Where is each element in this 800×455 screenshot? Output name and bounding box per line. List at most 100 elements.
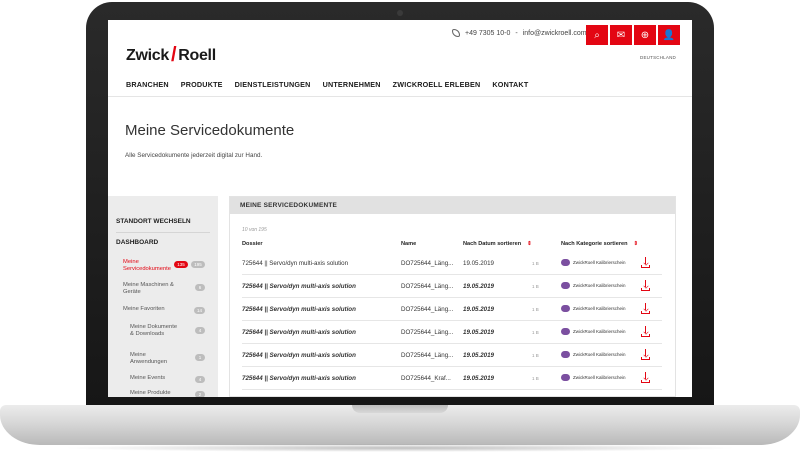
sidebar-item-maschinen[interactable]: Meine Maschinen & Geräte: [123, 282, 183, 296]
category-dot: [561, 259, 570, 266]
globe-icon[interactable]: ⊕: [634, 25, 656, 45]
nav-unternehmen[interactable]: UNTERNEHMEN: [323, 80, 381, 89]
sidebar-item-dokumente[interactable]: Meine Dokumente & Downloads: [130, 324, 178, 338]
date-cell: 19.05.2019: [463, 306, 494, 313]
download-icon[interactable]: [640, 372, 651, 383]
search-icon[interactable]: ⌕: [586, 25, 608, 45]
category-dot: [561, 328, 570, 335]
email-link[interactable]: info@zwickroell.com: [523, 30, 587, 37]
badge-count: 6: [195, 284, 205, 291]
sidebar-change-location[interactable]: STANDORT WECHSELN: [116, 218, 191, 225]
download-tray: [641, 288, 650, 291]
badge-count: 4: [195, 327, 205, 334]
table-row[interactable]: 725644 || Servo/dyn multi-axis solution …: [242, 298, 662, 321]
col-dossier: Dossier: [242, 241, 263, 247]
logo-part1: Zwick: [126, 47, 169, 64]
page-subtitle: Alle Servicedokumente jederzeit digital …: [125, 152, 263, 159]
name-cell[interactable]: DO725644_Läng...: [401, 260, 453, 267]
name-cell[interactable]: DO725644_Läng...: [401, 329, 453, 336]
download-icon[interactable]: [640, 280, 651, 291]
category-tag: ZwickRoell Kalibrierschein: [561, 328, 626, 335]
camera: [397, 10, 403, 16]
name-cell[interactable]: DO725644_Läng...: [401, 352, 453, 359]
badge-count: 4: [195, 376, 205, 383]
panel-header: MEINE SERVICEDOKUMENTE: [230, 197, 675, 214]
category-dot: [561, 374, 570, 381]
browser-screen: Zwick / Roell +49 7305 10-0 - info@zwickro…: [108, 20, 692, 397]
sidebar: STANDORT WECHSELN DASHBOARD Meine Servic…: [108, 196, 218, 397]
size-cell: 1 B: [532, 353, 539, 358]
laptop-shadow: [60, 444, 740, 452]
sidebar-item-anwendungen[interactable]: Meine Anwendungen: [130, 352, 178, 366]
badge-new-count: 135: [174, 261, 188, 268]
download-icon[interactable]: [640, 349, 651, 360]
category-label: ZwickRoell Kalibrierschein: [573, 283, 626, 288]
badge-count: 1: [195, 354, 205, 361]
sort-date-icon: ⇕: [527, 241, 532, 247]
category-dot: [561, 305, 570, 312]
mail-icon[interactable]: ✉: [610, 25, 632, 45]
dossier-cell: 725644 || Servo/dyn multi-axis solution: [242, 352, 356, 359]
download-icon[interactable]: [640, 326, 651, 337]
nav-zwickroell-erleben[interactable]: ZWICKROELL ERLEBEN: [393, 80, 481, 89]
phone-number[interactable]: +49 7305 10-0: [465, 30, 510, 37]
category-tag: ZwickRoell Kalibrierschein: [561, 351, 626, 358]
date-cell: 19.05.2019: [463, 329, 494, 336]
name-cell[interactable]: DO725644_Läng...: [401, 306, 453, 313]
laptop-notch: [352, 405, 448, 413]
contact-separator: -: [515, 29, 518, 37]
dossier-cell: 725644 || Servo/dyn multi-axis solution: [242, 306, 356, 313]
table-row[interactable]: 725644 || Servo/dyn multi-axis solution …: [242, 367, 662, 390]
sidebar-dashboard[interactable]: DASHBOARD: [116, 239, 158, 246]
logo-slash: /: [170, 44, 177, 66]
sidebar-item-servicedokumente[interactable]: Meine Servicedokumente: [123, 259, 181, 273]
download-tray: [641, 265, 650, 268]
sort-by-category[interactable]: Nach Kategorie sortieren ⇕: [561, 241, 638, 247]
nav-divider: [108, 96, 692, 97]
nav-kontakt[interactable]: KONTAKT: [492, 80, 528, 89]
table-row[interactable]: 725644 || Servo/dyn multi-axis solution …: [242, 321, 662, 344]
date-cell: 19.05.2019: [463, 283, 494, 290]
sort-by-date[interactable]: Nach Datum sortieren ⇕: [463, 241, 532, 247]
country-selector[interactable]: DEUTSCHLAND: [640, 55, 676, 60]
sort-date-label: Nach Datum sortieren: [463, 241, 522, 247]
sidebar-item-produkte[interactable]: Meine Produkte: [130, 390, 178, 397]
table-row[interactable]: 725644 || Servo/dyn multi-axis solution …: [242, 275, 662, 298]
download-icon[interactable]: [640, 303, 651, 314]
download-tray: [641, 311, 650, 314]
sort-category-label: Nach Kategorie sortieren: [561, 241, 628, 247]
page-title: Meine Servicedokumente: [125, 122, 295, 139]
zwickroell-logo[interactable]: Zwick / Roell: [126, 43, 216, 66]
category-tag: ZwickRoell Kalibrierschein: [561, 305, 626, 312]
category-tag: ZwickRoell Kalibrierschein: [561, 259, 626, 266]
user-icon[interactable]: 👤: [658, 25, 680, 45]
sidebar-item-favoriten[interactable]: Meine Favoriten: [123, 306, 183, 313]
date-cell: 19.05.2019: [463, 375, 494, 382]
sidebar-divider: [116, 232, 210, 233]
category-label: ZwickRoell Kalibrierschein: [573, 329, 626, 334]
table-row[interactable]: 725644 || Servo/dyn multi-axis solution …: [242, 344, 662, 367]
result-count: 10 von 195: [242, 227, 267, 233]
name-cell[interactable]: DO725644_Läng...: [401, 283, 453, 290]
dossier-cell: 725644 || Servo/dyn multi-axis solution: [242, 260, 349, 267]
nav-branchen[interactable]: BRANCHEN: [126, 80, 169, 89]
category-label: ZwickRoell Kalibrierschein: [573, 375, 626, 380]
size-cell: 1 B: [532, 261, 539, 266]
download-icon[interactable]: [640, 257, 651, 268]
category-tag: ZwickRoell Kalibrierschein: [561, 282, 626, 289]
sidebar-item-events[interactable]: Meine Events: [130, 375, 178, 382]
table-row[interactable]: 725644 || Servo/dyn multi-axis solution …: [242, 252, 662, 275]
nav-produkte[interactable]: PRODUKTE: [181, 80, 223, 89]
category-label: ZwickRoell Kalibrierschein: [573, 352, 626, 357]
badge-count: 2: [195, 391, 205, 397]
documents-panel: MEINE SERVICEDOKUMENTE 10 von 195 Dossie…: [229, 196, 676, 397]
nav-dienstleistungen[interactable]: DIENSTLEISTUNGEN: [235, 80, 311, 89]
category-label: ZwickRoell Kalibrierschein: [573, 306, 626, 311]
header-icons: ⌕ ✉ ⊕ 👤: [586, 25, 680, 45]
contact-bar: +49 7305 10-0 - info@zwickroell.com: [452, 29, 587, 37]
logo-part2: Roell: [178, 47, 216, 64]
date-cell: 19.05.2019: [463, 352, 494, 359]
category-label: ZwickRoell Kalibrierschein: [573, 260, 626, 265]
name-cell[interactable]: DO725644_Kraf...: [401, 375, 451, 382]
col-name: Name: [401, 241, 417, 247]
